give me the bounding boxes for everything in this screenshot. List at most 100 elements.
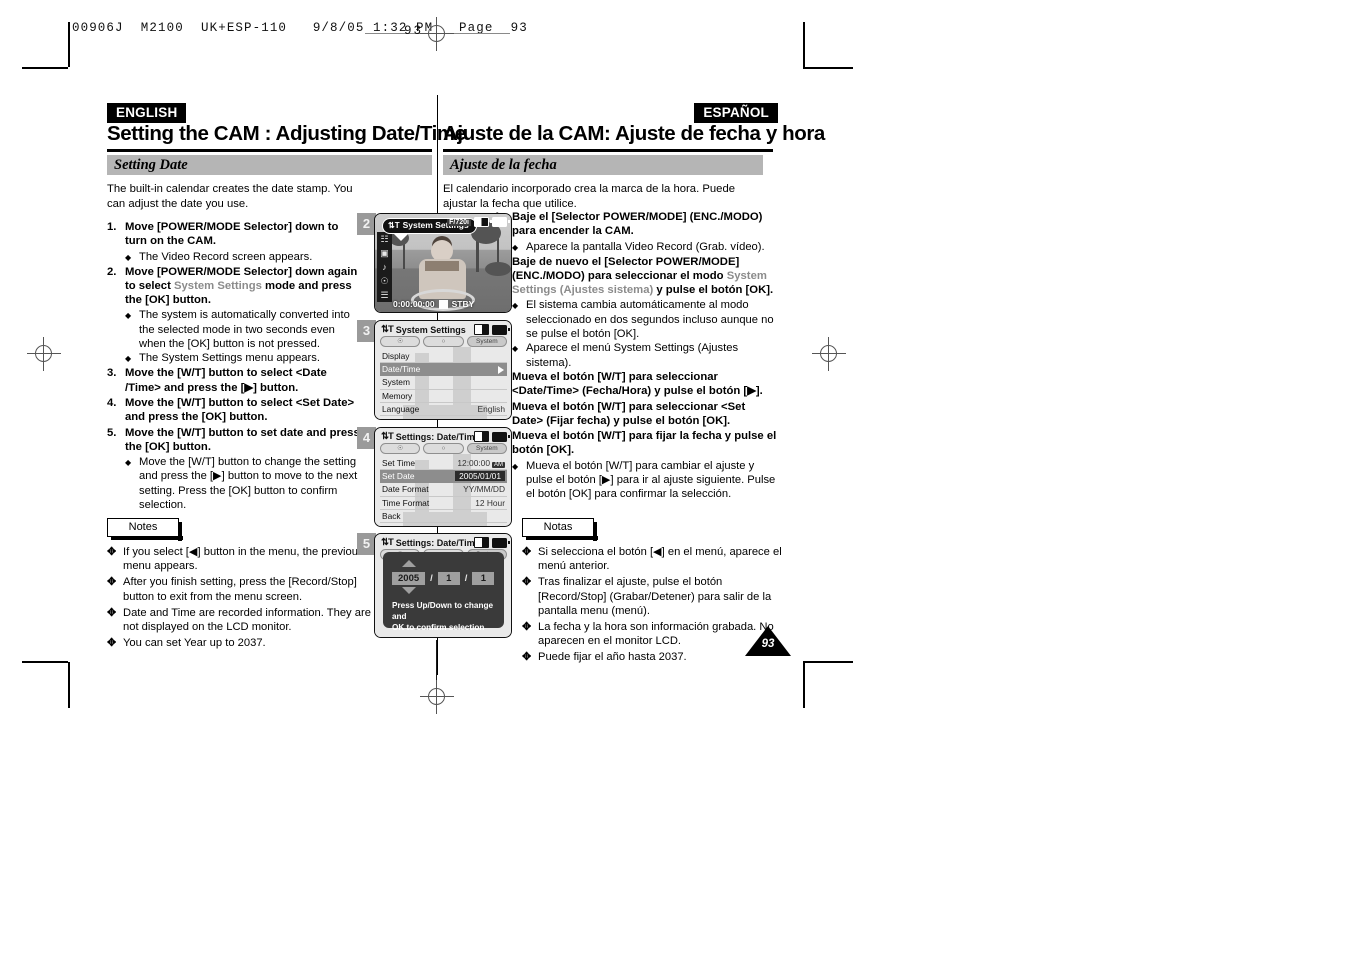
step-number: 5. [107,426,117,439]
chevron-right-icon[interactable] [498,365,504,374]
battery-icon [492,537,510,548]
menu-title-bar: ⇅T System Settings [381,324,466,335]
registration-mark-top-center [420,17,454,51]
arrow-up-icon[interactable] [402,560,416,567]
language-tag-spanish: ESPAÑOL [694,103,778,123]
section-heading-english: Setting Date [107,155,432,175]
step-bullet: ◆ Aparece el menú System Settings (Ajuste… [512,341,779,370]
tab-record[interactable]: ☉ [380,336,421,347]
language-tag-english: ENGLISH [107,103,187,123]
crop-mark-top-right-v [803,22,805,67]
tab-playback[interactable]: ○ [423,336,464,347]
menu-row-label: Set Date [382,471,415,482]
system-settings-icon: ⇅T [381,324,394,335]
menu-row[interactable]: Language English [380,403,507,416]
crop-mark-bottom-left-v [68,662,70,708]
step-text: Move the [W/T] button to select <Date /T… [125,366,362,395]
year-field[interactable]: 2005 [392,572,426,585]
diamond-bullet-icon: ◆ [125,458,132,468]
tab-system[interactable]: System [466,443,507,454]
menu-row[interactable]: Set Time 12:00:00 AM [380,457,507,471]
menu-status-cluster [474,324,510,335]
note-bullet-icon: ✥ [107,576,117,589]
step-text-part: Move the [W/T] button to select <Date /T… [125,367,327,394]
corner-page-number: 93 [404,24,424,38]
step-bullet: ◆ Mueva el botón [W/T] para cambiar el aj… [512,459,779,502]
step-text: Move [POWER/MODE Selector] down to turn … [125,220,362,249]
menu-row[interactable]: Date/Time [380,363,507,377]
step-item: 2.Baje de nuevo el [Selector POWER/MODE]… [494,255,779,298]
menu-row[interactable]: Set Date 2005/01/01 [380,470,507,484]
step-item: 5.Mueva el botón [W/T] para fijar la fec… [494,429,779,458]
step-bullet-text: El sistema cambia automáticamente al mod… [526,299,774,341]
diamond-bullet-icon: ◆ [125,311,132,321]
step-item: 2. Move [POWER/MODE Selector] down again … [107,265,362,308]
diamond-bullet-icon: ◆ [512,461,519,471]
note-bullet-icon: ✥ [522,576,532,589]
arrow-down-icon[interactable] [402,587,416,594]
menu-row-label: Display [382,351,410,362]
manual-page: 00906J M2100 UK+ESP-110 9/8/05 1:32 PM P… [0,0,1351,954]
page-title-english: Setting the CAM : Adjusting Date/Time [107,122,466,145]
lcd-indicator-icon [474,431,489,442]
day-field[interactable]: 1 [472,572,495,585]
lcd-screen-video-record: ☷ ▣ ♪ ☉ ☰ ⇅T System Settings F/720i 0:00… [374,213,512,313]
menu-status-cluster [474,537,510,548]
title-rule-english [107,149,432,152]
menu-rows-4: Set Time 12:00:00 AM Set Date 2005/01/01 Date… [380,457,507,523]
osd-bottom-bar: 0:00:00:00 STBY [393,299,474,309]
crop-mark-top-left-h [22,67,68,69]
battery-icon [492,324,510,335]
step-bullet: ◆ The Video Record screen appears. [125,250,362,265]
menu-row[interactable]: Display [380,350,507,364]
menu-row[interactable]: Time Format 12 Hour [380,497,507,510]
photo-bush [485,262,511,276]
menu-row-value: 2005/01/01 [455,471,505,482]
note-bullet-icon: ✥ [107,546,117,558]
note-text: After you finish setting, press the [Rec… [123,576,357,603]
step-text-part: Mueva el botón [W/T] para fijar la fecha… [512,430,777,457]
step-item: 4. Move the [W/T] button to select <Set D… [107,396,362,425]
menu-status-cluster [474,431,510,442]
step-text: Baje de nuevo el [Selector POWER/MODE] (… [512,255,779,298]
page-number: 93 [761,638,775,650]
note-bullet-icon: ✥ [522,651,532,664]
crop-mark-bottom-right-h [803,661,853,663]
menu-row[interactable]: System [380,376,507,390]
month-field[interactable]: 1 [437,572,460,585]
menu-title-text: System Settings [395,324,466,335]
menu-row[interactable]: Back [380,510,507,523]
step-item: 1.Baje el [Selector POWER/MODE] (ENC./MO… [494,210,779,239]
diamond-bullet-icon: ◆ [512,301,519,311]
menu-title-bar: ⇅T Settings: Date/Time [381,431,480,442]
dialog-hint: Press Up/Down to change and OK to confir… [392,600,498,633]
steps-list-english: 1. Move [POWER/MODE Selector] down to tur… [107,220,362,512]
menu-row-value-group: 12:00:00 AM [457,458,505,469]
step-number: 4. [107,396,117,409]
step-bullet: ◆ The system is automatically converted i… [125,308,362,351]
tab-record[interactable]: ☉ [380,443,421,454]
step-bullet: ◆ Move the [W/T] button to change the set… [125,455,362,512]
step-item: 1. Move [POWER/MODE Selector] down to tur… [107,220,362,249]
menu-row-label: Back [382,510,401,521]
battery-icon-half [474,217,492,227]
menu-row[interactable]: Memory [380,390,507,403]
menu-title-bar: ⇅T Settings: Date/Time [381,537,480,548]
note-item: ✥ You can set Year up to 2037. [107,636,372,650]
notes-label-english: Notes [107,518,183,541]
step-bullet-text: Mueva el botón [W/T] para cambiar el aju… [526,459,776,501]
step-number: 3. [107,367,117,380]
diamond-bullet-icon: ◆ [512,242,519,252]
tab-playback[interactable]: ○ [423,443,464,454]
menu-row[interactable]: Date Format YY/MM/DD [380,483,507,497]
notes-label-spanish: Notas [522,518,598,541]
step-text: Mueva el botón [W/T] para fijar la fecha… [512,429,779,458]
registration-mark-left [27,337,61,371]
step-item: 3. Move the [W/T] button to select <Date … [107,366,362,395]
tab-system[interactable]: System [466,336,507,347]
dialog-hint-line-2: OK to confirm selection [392,623,485,632]
note-bullet-icon: ✥ [107,636,117,649]
date-separator-2: / [464,573,468,584]
step-text: Mueva el botón [W/T] para seleccionar <D… [512,370,779,399]
title-rule-spanish [443,149,773,152]
